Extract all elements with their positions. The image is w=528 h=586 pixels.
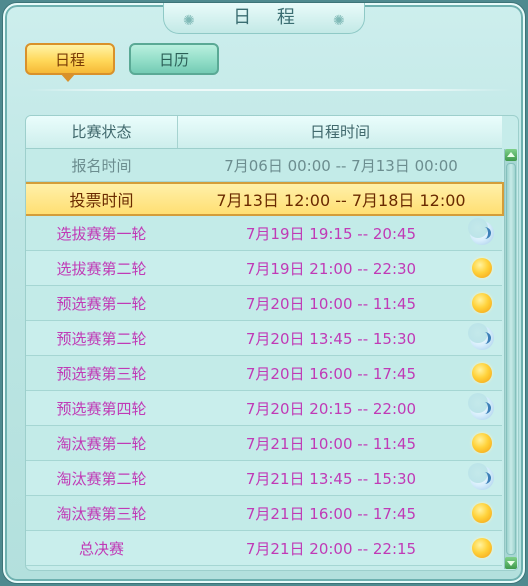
table-header: 比赛状态 日程时间 (26, 116, 502, 149)
row-event-name: 选拔赛第二轮 (56, 259, 147, 278)
table-row[interactable]: 预选赛第三轮 7月20日 16:00 -- 17:45 (26, 356, 502, 391)
row-event-name: 预选赛第四轮 (56, 399, 147, 418)
row-event-time: 7月21日 20:00 -- 22:15 (245, 539, 417, 558)
sun-icon-shape (472, 433, 492, 453)
swirl-ornament-icon: ✺ (183, 13, 195, 29)
row-event-name: 淘汰赛第一轮 (56, 434, 147, 453)
table-row[interactable]: 淘汰赛第三轮 7月21日 16:00 -- 17:45 (26, 496, 502, 531)
row-event-name: 报名时间 (71, 156, 132, 175)
table-row[interactable]: 总决赛 7月21日 20:00 -- 22:15 (26, 531, 502, 566)
sun-icon-shape (472, 538, 492, 558)
moon-icon-shape (468, 393, 494, 420)
row-event-time: 7月19日 19:15 -- 20:45 (245, 224, 417, 243)
table-row[interactable]: 淘汰赛第一轮 7月21日 10:00 -- 11:45 (26, 426, 502, 461)
sun-icon-shape (472, 293, 492, 313)
table-row[interactable]: 淘汰赛第二轮 7月21日 13:45 -- 15:30 (26, 461, 502, 496)
moon-icon (468, 463, 494, 490)
row-event-name: 淘汰赛第三轮 (56, 504, 147, 523)
tab-calendar[interactable]: 日历 (129, 43, 219, 75)
moon-icon (468, 323, 494, 350)
row-event-name: 预选赛第三轮 (56, 364, 147, 383)
row-event-time: 7月13日 12:00 -- 7月18日 12:00 (216, 191, 466, 210)
table-row[interactable]: 选拔赛第一轮 7月19日 19:15 -- 20:45 (26, 216, 502, 251)
schedule-window: 日 程 ✺ ✺ 日程 日历 比赛状态 日程时间 报名时间 7月06日 00:00 … (3, 3, 525, 583)
scroll-down-button[interactable] (505, 557, 517, 569)
schedule-rows: 报名时间 7月06日 00:00 -- 7月13日 00:00 投票时间 7月13日 … (26, 149, 504, 566)
row-event-name: 淘汰赛第二轮 (56, 469, 147, 488)
row-event-time: 7月21日 13:45 -- 15:30 (245, 469, 417, 488)
table-row[interactable]: 预选赛第一轮 7月20日 10:00 -- 11:45 (26, 286, 502, 321)
row-event-time: 7月20日 20:15 -- 22:00 (245, 399, 417, 418)
table-row[interactable]: 预选赛第四轮 7月20日 20:15 -- 22:00 (26, 391, 502, 426)
moon-icon-shape (468, 463, 494, 490)
sun-icon (470, 256, 494, 280)
moon-icon-shape (468, 323, 494, 350)
row-event-time: 7月21日 16:00 -- 17:45 (245, 504, 417, 523)
sun-icon-shape (472, 363, 492, 383)
sun-icon (470, 291, 494, 315)
arrow-down-icon (507, 561, 515, 566)
sun-icon (470, 501, 494, 525)
table-row[interactable]: 报名时间 7月06日 00:00 -- 7月13日 00:00 (26, 149, 502, 182)
row-event-name: 选拔赛第一轮 (56, 224, 147, 243)
window-title: 日 程 (233, 7, 305, 28)
table-row[interactable]: 投票时间 7月13日 12:00 -- 7月18日 12:00 (26, 182, 504, 216)
swirl-ornament-icon: ✺ (333, 13, 345, 29)
row-event-name: 预选赛第一轮 (56, 294, 147, 313)
sun-icon-shape (472, 503, 492, 523)
active-tab-pointer (60, 73, 76, 82)
scrollbar[interactable] (504, 149, 517, 569)
row-event-time: 7月06日 00:00 -- 7月13日 00:00 (224, 156, 458, 175)
moon-icon (468, 393, 494, 420)
row-event-name: 总决赛 (78, 539, 124, 558)
row-event-time: 7月20日 16:00 -- 17:45 (245, 364, 417, 383)
moon-icon-shape (468, 218, 494, 245)
header-time: 日程时间 (309, 123, 370, 141)
schedule-table: 比赛状态 日程时间 报名时间 7月06日 00:00 -- 7月13日 00:00… (25, 115, 519, 571)
row-event-time: 7月20日 10:00 -- 11:45 (245, 294, 417, 313)
row-event-name: 投票时间 (69, 191, 134, 210)
sun-icon (470, 361, 494, 385)
divider (27, 89, 511, 91)
scroll-thumb[interactable] (506, 163, 516, 555)
row-event-time: 7月19日 21:00 -- 22:30 (245, 259, 417, 278)
moon-icon (468, 218, 494, 245)
table-row[interactable]: 选拔赛第二轮 7月19日 21:00 -- 22:30 (26, 251, 502, 286)
tab-schedule[interactable]: 日程 (25, 43, 115, 75)
header-status: 比赛状态 (26, 116, 178, 148)
row-event-time: 7月21日 10:00 -- 11:45 (245, 434, 417, 453)
sun-icon (470, 536, 494, 560)
row-event-time: 7月20日 13:45 -- 15:30 (245, 329, 417, 348)
sun-icon-shape (472, 258, 492, 278)
table-row[interactable]: 预选赛第二轮 7月20日 13:45 -- 15:30 (26, 321, 502, 356)
row-event-name: 预选赛第二轮 (56, 329, 147, 348)
sun-icon (470, 431, 494, 455)
scroll-up-button[interactable] (505, 149, 517, 161)
arrow-up-icon (507, 152, 515, 157)
